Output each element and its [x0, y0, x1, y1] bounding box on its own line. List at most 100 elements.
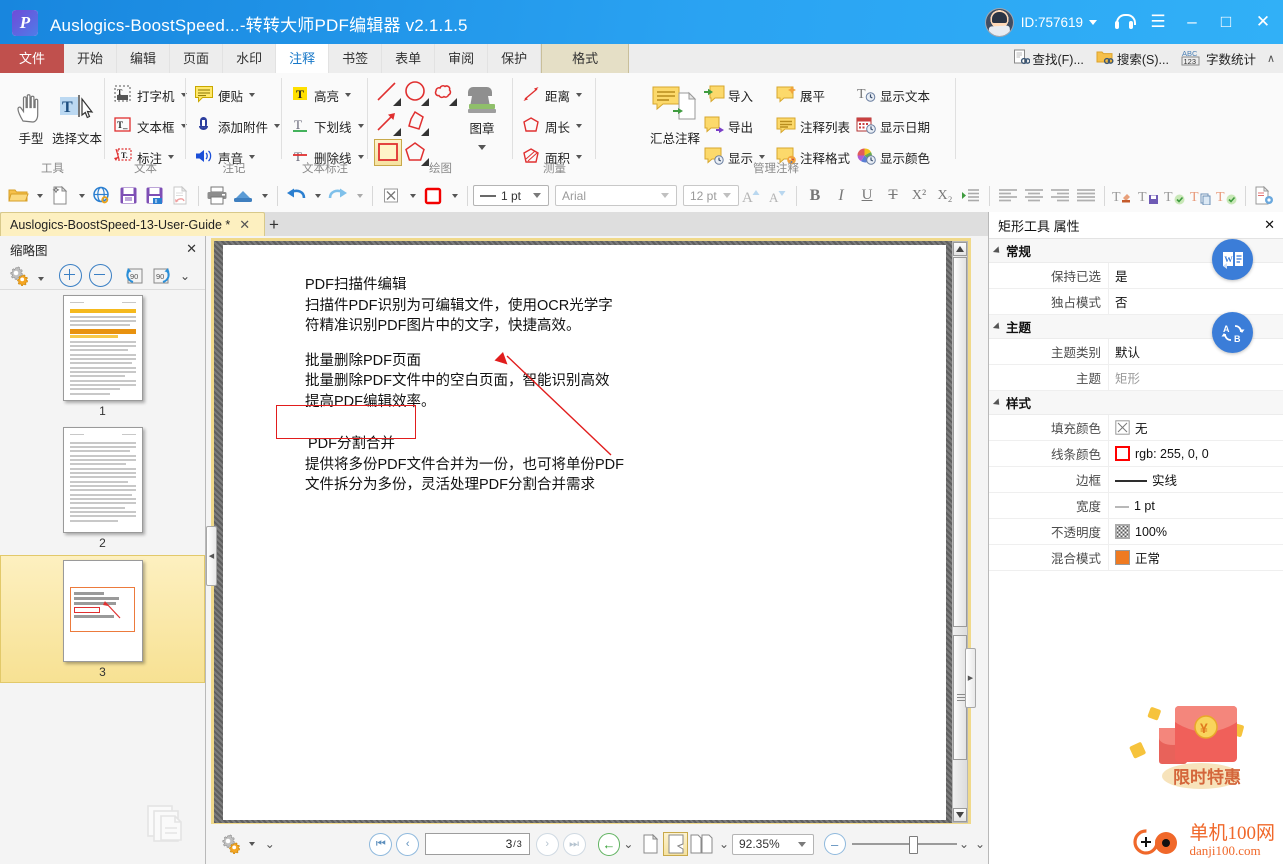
properties-section-style[interactable]: 样式 — [989, 391, 1283, 415]
document-tab[interactable]: Auslogics-BoostSpeed-13-User-Guide * ✕ — [0, 212, 265, 236]
tab-file[interactable]: 文件 — [0, 44, 65, 73]
rotate-left-button[interactable]: 90 — [124, 265, 148, 287]
more-chevron-icon[interactable]: ⌄ — [176, 269, 194, 283]
statusbar-overflow-button[interactable]: ⌄ — [972, 832, 988, 856]
tab-page[interactable]: 页面 — [170, 44, 224, 73]
line-width-combo[interactable]: 1 pt — [473, 185, 549, 206]
close-icon[interactable]: ✕ — [1264, 217, 1275, 233]
open-file-button[interactable] — [5, 183, 31, 208]
scanner-button[interactable] — [230, 183, 256, 208]
last-page-button[interactable]: ⏭ — [562, 832, 586, 856]
back-dropdown[interactable]: ⌄ — [620, 832, 636, 856]
ellipse-tool-button[interactable] — [402, 79, 429, 106]
view-settings-dropdown[interactable] — [244, 832, 258, 856]
maximize-button[interactable]: □ — [1209, 0, 1243, 44]
property-row-line-color[interactable]: 线条颜色 rgb: 255, 0, 0 — [989, 441, 1283, 467]
zoom-out-button[interactable]: – — [823, 833, 846, 855]
thumbnail-page-3[interactable]: 3 — [0, 555, 205, 683]
tab-home[interactable]: 开始 — [64, 44, 118, 73]
view-settings-button[interactable] — [220, 832, 244, 856]
right-splitter-handle[interactable]: ▶ — [965, 648, 976, 708]
italic-button[interactable]: I — [828, 183, 854, 208]
open-file-dropdown[interactable] — [31, 183, 47, 208]
scrollbar-thumb[interactable] — [953, 257, 967, 627]
prev-page-button[interactable]: ‹ — [396, 832, 420, 856]
undo-dropdown[interactable] — [309, 183, 325, 208]
increase-font-button[interactable]: A — [739, 183, 765, 208]
web-link-button[interactable] — [89, 183, 115, 208]
export-comments-button[interactable]: 导出 — [704, 114, 753, 138]
highlight-button[interactable]: T 高亮 — [290, 83, 352, 107]
line-color-swatch-icon[interactable] — [1115, 446, 1130, 461]
continuous-page-view-button[interactable] — [663, 832, 689, 856]
underline-button[interactable]: T 下划线 — [290, 114, 364, 138]
arrow-tool-button[interactable] — [374, 109, 401, 136]
status-more-button[interactable]: ⌄ — [258, 832, 282, 856]
save-as-button[interactable]: II — [141, 183, 167, 208]
line-color-button[interactable] — [420, 183, 446, 208]
tab-bookmark[interactable]: 书签 — [329, 44, 383, 73]
word-convert-button[interactable]: W — [1212, 239, 1253, 280]
next-page-button[interactable]: › — [535, 832, 559, 856]
new-tab-button[interactable]: + — [269, 215, 279, 235]
tab-format[interactable]: 格式 — [541, 44, 630, 73]
cloud-tool-button[interactable] — [430, 79, 457, 106]
new-file-dropdown[interactable] — [73, 183, 89, 208]
find-button[interactable]: 查找(F)... — [1008, 46, 1089, 71]
comment-list-button[interactable]: 注释列表 — [776, 114, 850, 138]
tab-form[interactable]: 表单 — [382, 44, 436, 73]
back-button[interactable]: ← — [597, 832, 621, 856]
zoom-out-button[interactable] — [89, 264, 112, 287]
perimeter-button[interactable]: 周长 — [521, 114, 583, 138]
thumbnail-settings-button[interactable] — [8, 265, 34, 287]
align-justify-button[interactable] — [1073, 183, 1099, 208]
redo-button[interactable] — [325, 183, 351, 208]
promo-banner[interactable]: ¥ 限时特惠 — [1123, 688, 1273, 808]
support-headset-button[interactable] — [1107, 0, 1141, 44]
menu-button[interactable]: ☰ — [1141, 0, 1175, 44]
property-row-exclusive-mode[interactable]: 独占模式 否 — [989, 289, 1283, 315]
import-comments-button[interactable]: 导入 — [704, 83, 753, 107]
thumbnail-page-1[interactable]: 1 — [0, 295, 205, 423]
align-left-button[interactable] — [995, 183, 1021, 208]
zoom-slider-knob[interactable] — [908, 836, 918, 854]
text-copy-button[interactable]: T — [1188, 183, 1214, 208]
align-right-button[interactable] — [1047, 183, 1073, 208]
property-row-opacity[interactable]: 不透明度 100% — [989, 519, 1283, 545]
translate-button[interactable]: A B — [1212, 312, 1253, 353]
show-text-button[interactable]: T 显示文本 — [856, 83, 930, 107]
scroll-up-button[interactable] — [953, 242, 967, 256]
bold-button[interactable]: B — [802, 183, 828, 208]
tab-edit[interactable]: 编辑 — [117, 44, 171, 73]
thumbnail-page-2[interactable]: 2 — [0, 427, 205, 555]
thumbnail-list[interactable]: 1 2 3 — [0, 291, 205, 864]
new-file-button[interactable] — [47, 183, 73, 208]
chevron-down-icon[interactable] — [478, 145, 486, 150]
text-save-button[interactable]: T — [1136, 183, 1162, 208]
minimize-button[interactable]: – — [1175, 0, 1209, 44]
tab-watermark[interactable]: 水印 — [223, 44, 277, 73]
thumbnail-settings-dropdown[interactable] — [36, 269, 50, 283]
tab-protect[interactable]: 保护 — [488, 44, 542, 73]
scanner-dropdown[interactable] — [256, 183, 272, 208]
sticky-note-button[interactable]: 便贴 — [194, 83, 256, 107]
page-number-input[interactable]: 3 / 3 — [425, 833, 530, 855]
distance-button[interactable]: 距离 — [521, 83, 583, 107]
no-fill-dropdown[interactable] — [404, 183, 420, 208]
save-button[interactable] — [115, 183, 141, 208]
stamp-button[interactable]: 图章 — [456, 79, 508, 155]
text-check-button[interactable]: T — [1162, 183, 1188, 208]
word-count-button[interactable]: ABC 123 字数统计 — [1176, 46, 1261, 71]
strikethrough-format-button[interactable]: T — [880, 183, 906, 208]
flatten-comments-button[interactable]: 展平 — [776, 83, 825, 107]
show-date-button[interactable]: 显示日期 — [856, 114, 930, 138]
page-view-dropdown[interactable]: ⌄ — [716, 832, 732, 856]
single-page-view-button[interactable] — [639, 832, 663, 856]
scroll-down-button[interactable] — [953, 808, 967, 822]
summarize-comments-button[interactable]: 汇总注释 — [640, 79, 710, 155]
subscript-button[interactable]: X₂ — [932, 183, 958, 208]
tab-comment[interactable]: 注释 — [276, 44, 330, 73]
tab-review[interactable]: 审阅 — [435, 44, 489, 73]
print-button[interactable] — [204, 183, 230, 208]
polyline-tool-button[interactable] — [402, 109, 429, 136]
